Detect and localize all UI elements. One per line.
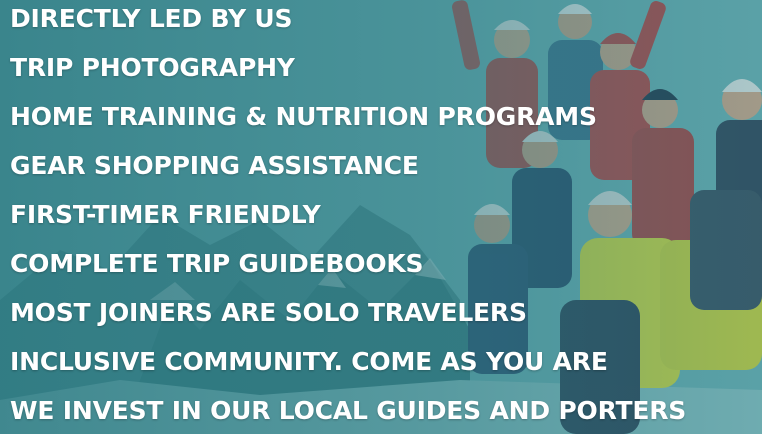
- feature-item: DIRECTLY LED BY US: [10, 4, 293, 33]
- feature-item: TRIP PHOTOGRAPHY: [10, 53, 295, 82]
- feature-item: HOME TRAINING & NUTRITION PROGRAMS: [10, 102, 597, 131]
- feature-banner: DIRECTLY LED BY US TRIP PHOTOGRAPHY HOME…: [0, 0, 762, 434]
- feature-item: MOST JOINERS ARE SOLO TRAVELERS: [10, 298, 527, 327]
- feature-item: COMPLETE TRIP GUIDEBOOKS: [10, 249, 424, 278]
- feature-item: WE INVEST IN OUR LOCAL GUIDES AND PORTER…: [10, 396, 687, 425]
- feature-item: FIRST-TIMER FRIENDLY: [10, 200, 321, 229]
- feature-list: DIRECTLY LED BY US TRIP PHOTOGRAPHY HOME…: [10, 6, 686, 434]
- feature-item: INCLUSIVE COMMUNITY. COME AS YOU ARE: [10, 347, 608, 376]
- feature-item: GEAR SHOPPING ASSISTANCE: [10, 151, 419, 180]
